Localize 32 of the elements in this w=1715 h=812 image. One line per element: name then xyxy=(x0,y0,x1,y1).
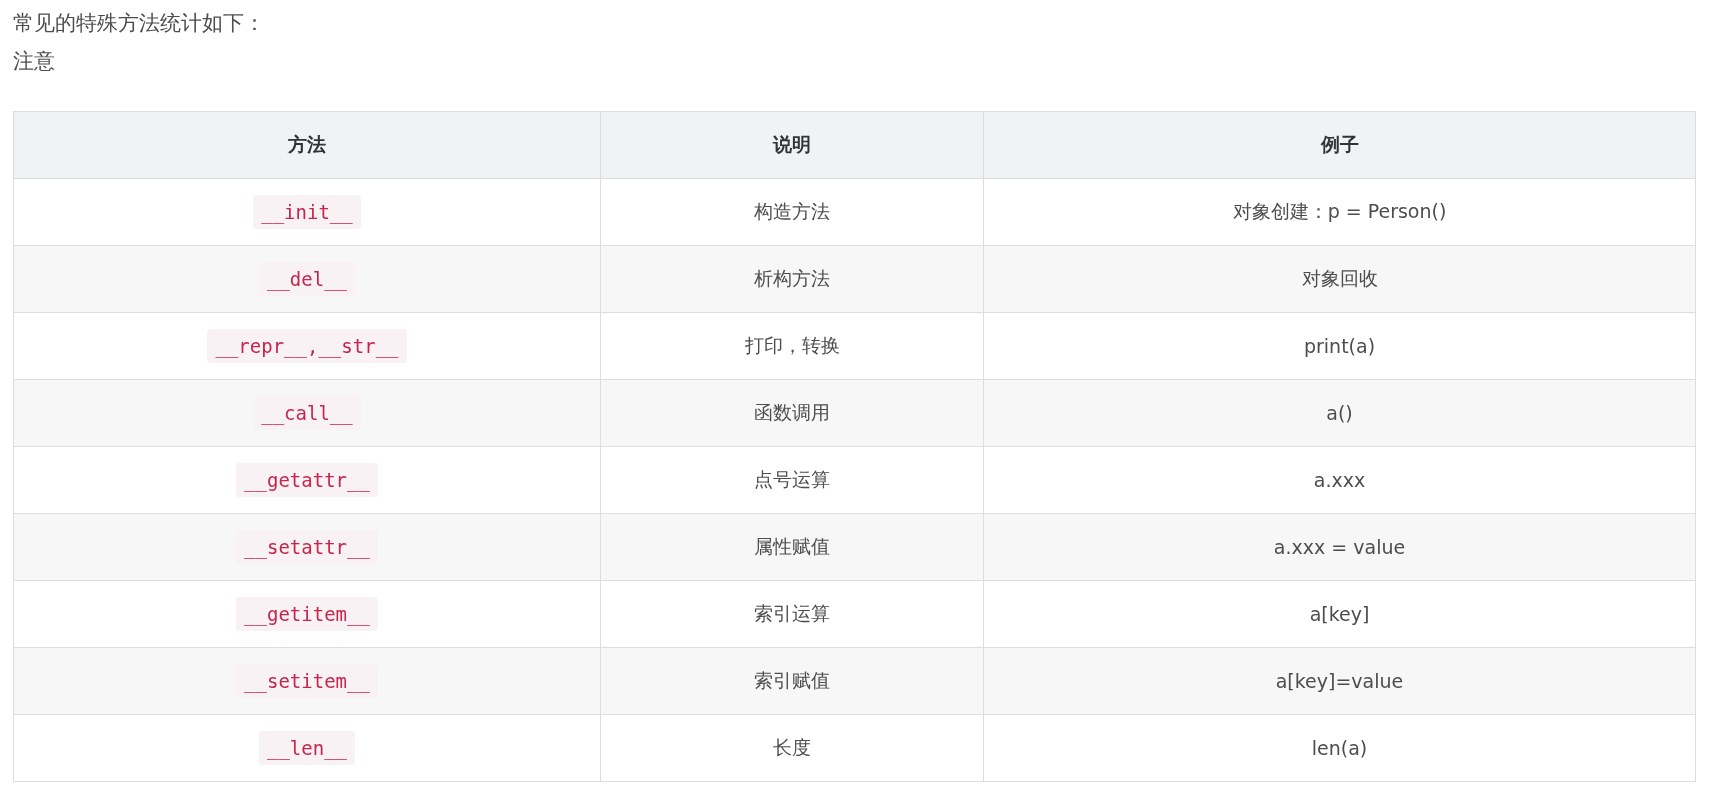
table-cell: 索引赋值 xyxy=(600,647,984,715)
table-cell: a.xxx xyxy=(983,446,1696,514)
table-cell: a[key] xyxy=(983,580,1696,648)
table-cell: print(a) xyxy=(983,312,1696,380)
table-cell: 析构方法 xyxy=(600,245,984,313)
method-code: __repr__,__str__ xyxy=(207,329,407,363)
table-cell: 对象回收 xyxy=(983,245,1696,313)
method-code: __getitem__ xyxy=(236,597,378,631)
table-cell: a() xyxy=(983,379,1696,447)
table-cell: 对象创建：p = Person() xyxy=(983,178,1696,246)
method-code: __del__ xyxy=(258,262,356,296)
paragraph-text: 注意 xyxy=(13,48,56,75)
table-cell: len(a) xyxy=(983,714,1696,782)
table-cell: 打印，转换 xyxy=(600,312,984,380)
method-code: __call__ xyxy=(253,396,361,430)
table-cell: 索引运算 xyxy=(600,580,984,648)
table-cell: a[key]=value xyxy=(983,647,1696,715)
column-header: 说明 xyxy=(600,111,984,179)
table-cell: 点号运算 xyxy=(600,446,984,514)
column-header: 方法 xyxy=(13,111,601,179)
table-cell: 长度 xyxy=(600,714,984,782)
table-cell: 函数调用 xyxy=(600,379,984,447)
method-code: __init__ xyxy=(253,195,361,229)
column-header: 例子 xyxy=(983,111,1696,179)
method-code: __getattr__ xyxy=(236,463,378,497)
table-cell: 属性赋值 xyxy=(600,513,984,581)
table-cell: 构造方法 xyxy=(600,178,984,246)
method-code: __len__ xyxy=(258,731,356,765)
table-cell: a.xxx = value xyxy=(983,513,1696,581)
method-code: __setitem__ xyxy=(236,664,378,698)
method-code: __setattr__ xyxy=(236,530,378,564)
paragraph-text: 常见的特殊方法统计如下： xyxy=(13,10,266,37)
